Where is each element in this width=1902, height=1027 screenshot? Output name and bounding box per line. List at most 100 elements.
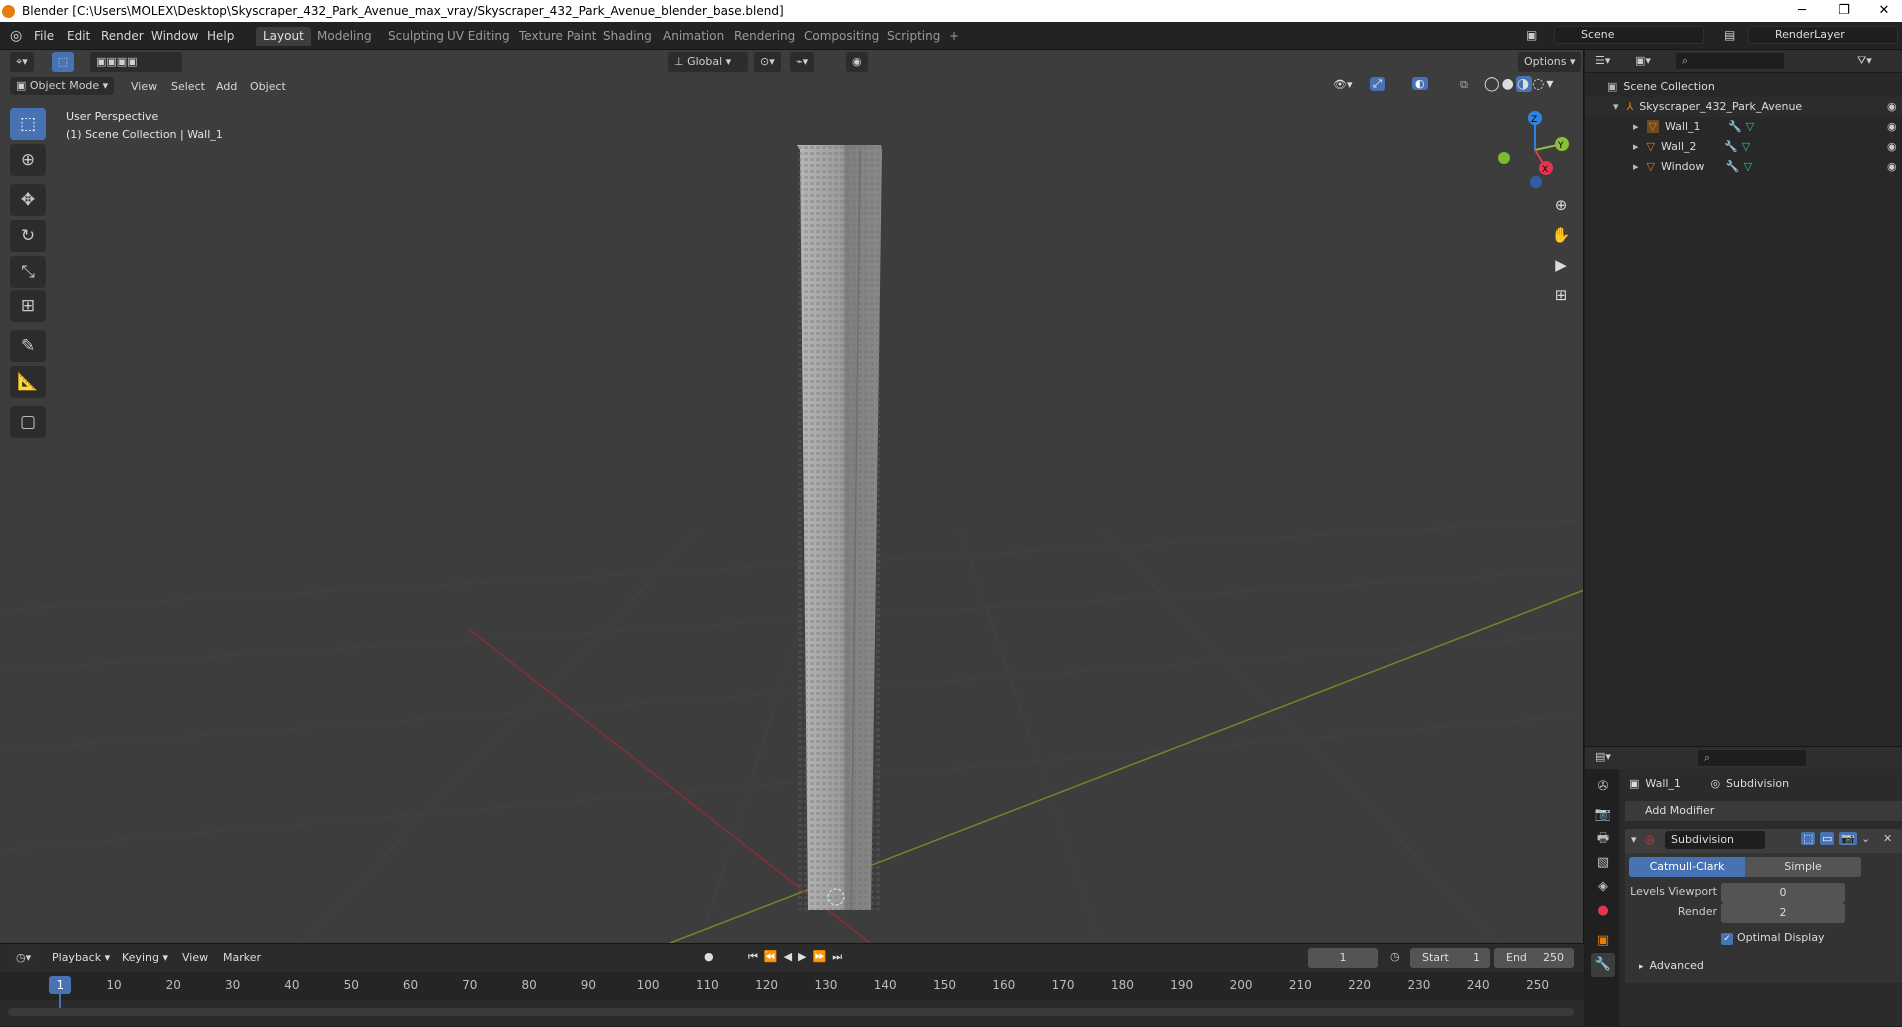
select-mode-icon[interactable]: ⬚ — [52, 52, 74, 72]
tab-animation[interactable]: Animation — [656, 27, 731, 46]
xray-icon[interactable]: ⧉ — [1460, 78, 1468, 92]
expand-arrow-icon[interactable]: ▸ — [1633, 160, 1639, 173]
pan-hand-icon[interactable]: ✋ — [1548, 222, 1574, 248]
editor-type-icon[interactable]: ⌖▾ — [10, 52, 34, 72]
navigation-gizmo[interactable]: Z Y X — [1490, 110, 1570, 190]
camera-icon[interactable]: ▶ — [1548, 252, 1574, 278]
record-keyframe-icon[interactable]: ● — [704, 950, 714, 963]
outliner-search-input[interactable]: ⌕ — [1675, 52, 1785, 70]
tab-scripting[interactable]: Scripting — [880, 27, 947, 46]
edit-mode-toggle-icon[interactable]: ⬚ — [1801, 832, 1816, 845]
world-tab-icon[interactable]: ● — [1591, 899, 1615, 923]
start-frame-field[interactable]: Start 1 — [1410, 948, 1490, 968]
render-levels-field[interactable]: 2 — [1721, 903, 1845, 923]
visibility-eye-icon[interactable]: ◉ — [1887, 97, 1897, 117]
timeline-scrollbar[interactable] — [8, 1008, 1574, 1016]
scene-tab-icon[interactable]: ◈ — [1591, 875, 1615, 899]
current-frame-field[interactable]: 1 — [1308, 948, 1378, 968]
select-box-tool-icon[interactable]: ⬚ — [10, 108, 46, 140]
minimize-button[interactable]: ─ — [1782, 0, 1822, 22]
add-workspace-button[interactable]: + — [942, 27, 966, 46]
render-layer-icon[interactable]: ▤ — [1724, 28, 1735, 42]
restore-button[interactable]: ❐ — [1824, 0, 1864, 22]
outliner-collection-row[interactable]: ▾ ⅄ Skyscraper_432_Park_Avenue ◉ — [1585, 97, 1902, 117]
cursor-tool-icon[interactable]: ⊕ — [10, 144, 46, 176]
viewport-toggle-icon[interactable]: ▭ — [1820, 832, 1835, 845]
scene-selector[interactable]: Scene — [1554, 26, 1704, 44]
object-tab-icon[interactable]: ▣ — [1591, 929, 1615, 953]
gizmo-toggle-icon[interactable]: ⤢ — [1370, 77, 1385, 91]
display-mode-icon[interactable]: ▣▾ — [1635, 54, 1651, 67]
expand-arrow-icon[interactable]: ▸ — [1633, 140, 1639, 153]
render-layer-selector[interactable]: RenderLayer — [1748, 26, 1898, 44]
outliner-object-row[interactable]: ▸ ▽ Wall_2 🔧 ▽ ◉ — [1585, 137, 1902, 157]
tab-rendering[interactable]: Rendering — [727, 27, 802, 46]
tool-tab-icon[interactable]: ✇ — [1591, 775, 1615, 799]
viewport-menu-select[interactable]: Select — [171, 78, 205, 96]
blender-menu-icon[interactable]: ◎ — [10, 27, 22, 45]
pivot-icon[interactable]: ⊙▾ — [754, 52, 781, 72]
menu-help[interactable]: Help — [207, 27, 234, 45]
menu-render[interactable]: Render — [101, 27, 144, 45]
visibility-icon[interactable]: 👁▾ — [1333, 78, 1353, 91]
properties-editor-icon[interactable]: ▤▾ — [1595, 750, 1611, 763]
tab-shading[interactable]: Shading — [596, 27, 659, 46]
menu-edit[interactable]: Edit — [67, 27, 90, 45]
collapse-arrow-icon[interactable]: ▾ — [1631, 833, 1637, 846]
add-modifier-button[interactable]: Add Modifier — [1625, 801, 1902, 821]
outliner-editor-icon[interactable]: ☰▾ — [1595, 54, 1610, 67]
filter-icon[interactable]: ⛛▾ — [1857, 54, 1872, 68]
simple-option[interactable]: Simple — [1745, 857, 1861, 877]
outliner-scene-collection[interactable]: ▣ Scene Collection — [1585, 77, 1902, 97]
expand-arrow-icon[interactable]: ▾ — [1613, 100, 1619, 113]
move-tool-icon[interactable]: ✥ — [10, 184, 46, 216]
transform-tool-icon[interactable]: ⊞ — [10, 290, 46, 322]
view-layer-tab-icon[interactable]: ▧ — [1591, 851, 1615, 875]
output-tab-icon[interactable]: 🖶 — [1591, 827, 1615, 851]
shading-modes-icon[interactable]: ◯●◑◌▾ — [1484, 76, 1555, 92]
outliner-object-row[interactable]: ▸ ▽ Wall_1 🔧 ▽ ◉ — [1585, 117, 1902, 137]
levels-viewport-field[interactable]: 0 — [1721, 883, 1845, 903]
playback-controls-icon[interactable]: ⏮⏪◀▶⏩⏭ — [748, 950, 848, 964]
add-cube-tool-icon[interactable]: ▢ — [10, 406, 46, 438]
playback-menu[interactable]: Playback ▾ — [52, 951, 110, 964]
visibility-eye-icon[interactable]: ◉ — [1887, 117, 1897, 137]
tab-layout[interactable]: Layout — [256, 27, 311, 46]
render-toggle-icon[interactable]: 📷 — [1839, 832, 1857, 845]
catmull-clark-option[interactable]: Catmull-Clark — [1629, 857, 1745, 877]
marker-menu[interactable]: Marker — [223, 951, 261, 964]
remove-modifier-icon[interactable]: ✕ — [1883, 832, 1892, 845]
dropdown-chevron-icon[interactable]: ⌄ — [1861, 832, 1870, 845]
properties-search-input[interactable]: ⌕ — [1697, 749, 1807, 767]
tab-modeling[interactable]: Modeling — [310, 27, 379, 46]
menu-file[interactable]: File — [34, 27, 54, 45]
grid-view-icon[interactable]: ⊞ — [1548, 282, 1574, 308]
selection-mode-buttons[interactable]: ▣▣▣▣ — [90, 52, 182, 72]
close-button[interactable]: ✕ — [1864, 0, 1902, 22]
3d-viewport[interactable]: ⌖▾ ⬚ ▣▣▣▣ ⊥ Global ▾ ⊙▾ ⌁▾ ◉ Options ▾ ▣… — [0, 50, 1584, 943]
visibility-eye-icon[interactable]: ◉ — [1887, 157, 1897, 177]
measure-tool-icon[interactable]: 📐 — [10, 366, 46, 398]
end-frame-field[interactable]: End 250 — [1494, 948, 1574, 968]
timeline-editor-icon[interactable]: ◷▾ — [10, 948, 38, 968]
rotate-tool-icon[interactable]: ↻ — [10, 220, 46, 252]
options-dropdown[interactable]: Options ▾ — [1518, 52, 1582, 72]
menu-window[interactable]: Window — [151, 27, 198, 45]
advanced-subpanel[interactable]: ▸ Advanced — [1639, 959, 1704, 972]
keying-menu[interactable]: Keying ▾ — [122, 951, 168, 964]
snap-icon[interactable]: ⌁▾ — [790, 52, 815, 72]
render-tab-icon[interactable]: 📷 — [1591, 803, 1615, 827]
tab-uv-editing[interactable]: UV Editing — [440, 27, 517, 46]
viewport-menu-view[interactable]: View — [131, 78, 157, 96]
visibility-eye-icon[interactable]: ◉ — [1887, 137, 1897, 157]
preview-range-icon[interactable]: ◷ — [1390, 950, 1400, 963]
overlay-toggle-icon[interactable]: ◐ — [1412, 77, 1428, 90]
proportional-edit-icon[interactable]: ◉ — [846, 52, 868, 72]
expand-arrow-icon[interactable]: ▸ — [1633, 120, 1639, 133]
scene-icon[interactable]: ▣ — [1526, 28, 1537, 42]
orientation-dropdown[interactable]: ⊥ Global ▾ — [668, 52, 748, 72]
mode-dropdown[interactable]: ▣ Object Mode ▾ — [10, 77, 115, 95]
timeline-menu-view[interactable]: View — [182, 951, 208, 964]
viewport-menu-add[interactable]: Add — [216, 78, 237, 96]
modifier-tab-icon[interactable]: 🔧 — [1591, 953, 1615, 977]
